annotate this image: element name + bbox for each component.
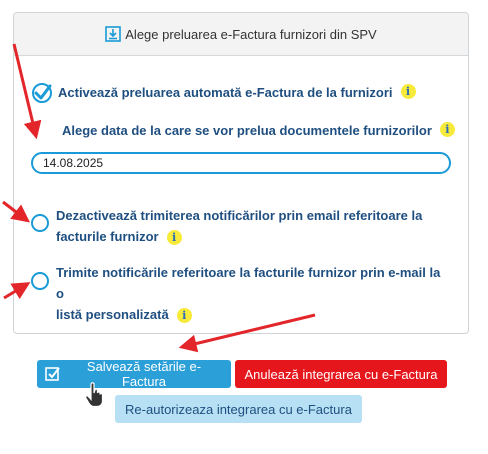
auto-fetch-option[interactable]: Activează preluarea automată e-Factura d… — [31, 82, 416, 104]
custom-list-line1: Trimite notificările referitoare la fact… — [56, 265, 441, 301]
disable-email-line2: facturile furnizor — [56, 229, 159, 244]
disable-email-option[interactable]: Dezactivează trimiterea notificărilor pr… — [31, 205, 451, 247]
cancel-integration-button[interactable]: Anulează integrarea cu e-Factura — [235, 360, 447, 388]
info-icon[interactable]: i — [166, 230, 182, 246]
date-label-row: Alege data de la care se vor prelua docu… — [62, 122, 455, 140]
custom-list-text: Trimite notificările referitoare la fact… — [56, 262, 451, 325]
download-icon — [105, 26, 122, 42]
info-icon[interactable]: i — [439, 122, 455, 137]
reauth-button-label: Re-autorizeaza integrarea cu e-Factura — [125, 401, 352, 417]
custom-list-option[interactable]: Trimite notificările referitoare la fact… — [31, 262, 451, 325]
custom-list-line2: listă personalizată — [56, 307, 169, 322]
panel-header: Alege preluarea e-Factura furnizori din … — [14, 13, 468, 56]
start-date-input[interactable] — [31, 152, 451, 174]
hand-cursor-icon — [85, 382, 104, 408]
checkbox-icon — [45, 367, 60, 381]
date-label: Alege data de la care se vor prelua docu… — [62, 123, 432, 138]
save-button[interactable]: Salvează setările e-Factura — [37, 359, 231, 389]
reauthorize-button[interactable]: Re-autorizeaza integrarea cu e-Factura — [115, 395, 362, 423]
disable-email-text: Dezactivează trimiterea notificărilor pr… — [56, 205, 422, 247]
disable-email-line1: Dezactivează trimiterea notificărilor pr… — [56, 208, 423, 223]
custom-list-line2-row: listă personalizată i — [56, 304, 451, 325]
panel-title: Alege preluarea e-Factura furnizori din … — [125, 26, 377, 42]
cancel-button-label: Anulează integrarea cu e-Factura — [244, 366, 438, 382]
disable-email-line2-row: facturile furnizor i — [56, 226, 422, 247]
auto-fetch-label: Activează preluarea automată e-Factura d… — [58, 85, 393, 100]
info-icon[interactable]: i — [400, 84, 416, 99]
radio-unchecked-icon[interactable] — [31, 272, 49, 290]
radio-unchecked-icon[interactable] — [31, 214, 49, 232]
info-icon[interactable]: i — [176, 308, 192, 324]
checked-circle-icon[interactable] — [31, 82, 53, 104]
